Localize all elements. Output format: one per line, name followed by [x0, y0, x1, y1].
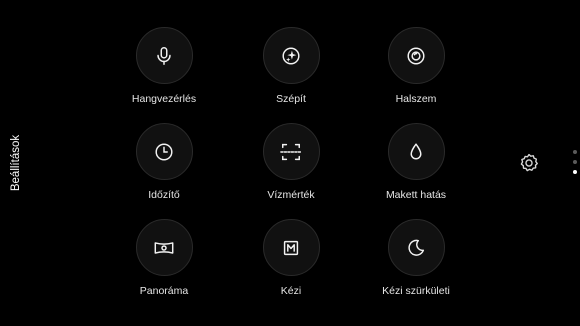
fisheye-lens-icon	[405, 45, 427, 67]
mode-button-circle[interactable]	[262, 27, 320, 84]
settings-button[interactable]	[518, 152, 540, 174]
mode-button-circle[interactable]	[387, 219, 445, 276]
mode-label: Makett hatás	[385, 189, 447, 201]
mode-button-circle[interactable]	[262, 219, 320, 276]
camera-mode-screen: Beállítások Hangvezérlés Szépít Halszem …	[0, 0, 580, 326]
page-dot-active	[573, 170, 577, 174]
mode-label: Hangvezérlés	[131, 93, 197, 105]
moon-icon	[405, 237, 427, 259]
page-indicator	[572, 150, 578, 176]
microphone-icon	[153, 45, 175, 67]
mode-timer[interactable]: Időzítő	[104, 123, 224, 202]
mode-button-circle[interactable]	[387, 27, 445, 84]
mode-button-circle[interactable]	[135, 219, 193, 276]
mode-button-circle[interactable]	[262, 123, 320, 180]
mode-manual[interactable]: Kézi	[231, 219, 351, 298]
mode-label: Kézi	[280, 285, 302, 297]
mode-button-circle[interactable]	[135, 27, 193, 84]
mode-label: Panoráma	[139, 285, 189, 297]
mode-beautify[interactable]: Szépít	[231, 27, 351, 106]
mode-button-circle[interactable]	[135, 123, 193, 180]
panorama-icon	[152, 237, 176, 259]
mode-label: Vízmérték	[267, 189, 315, 201]
beauty-sparkle-icon	[280, 45, 302, 67]
mode-voice-control[interactable]: Hangvezérlés	[104, 27, 224, 106]
level-frame-icon	[279, 141, 303, 163]
page-dot	[573, 160, 577, 164]
mode-panorama[interactable]: Panoráma	[104, 219, 224, 298]
mode-fisheye[interactable]: Halszem	[356, 27, 476, 106]
manual-m-icon	[280, 237, 302, 259]
mode-label: Halszem	[395, 93, 437, 105]
mode-manual-twilight[interactable]: Kézi szürkületi	[356, 219, 476, 298]
mode-button-circle[interactable]	[387, 123, 445, 180]
mode-tilt-shift[interactable]: Makett hatás	[356, 123, 476, 202]
mode-level[interactable]: Vízmérték	[231, 123, 351, 202]
gear-icon	[518, 153, 540, 178]
mode-label: Időzítő	[148, 189, 180, 201]
mode-grid: Hangvezérlés Szépít Halszem Időzítő Vízm…	[0, 0, 580, 326]
timer-clock-icon	[153, 141, 175, 163]
mode-label: Kézi szürkületi	[382, 285, 450, 297]
mode-label: Szépít	[276, 93, 306, 105]
page-dot	[573, 150, 577, 154]
drop-icon	[405, 141, 427, 163]
